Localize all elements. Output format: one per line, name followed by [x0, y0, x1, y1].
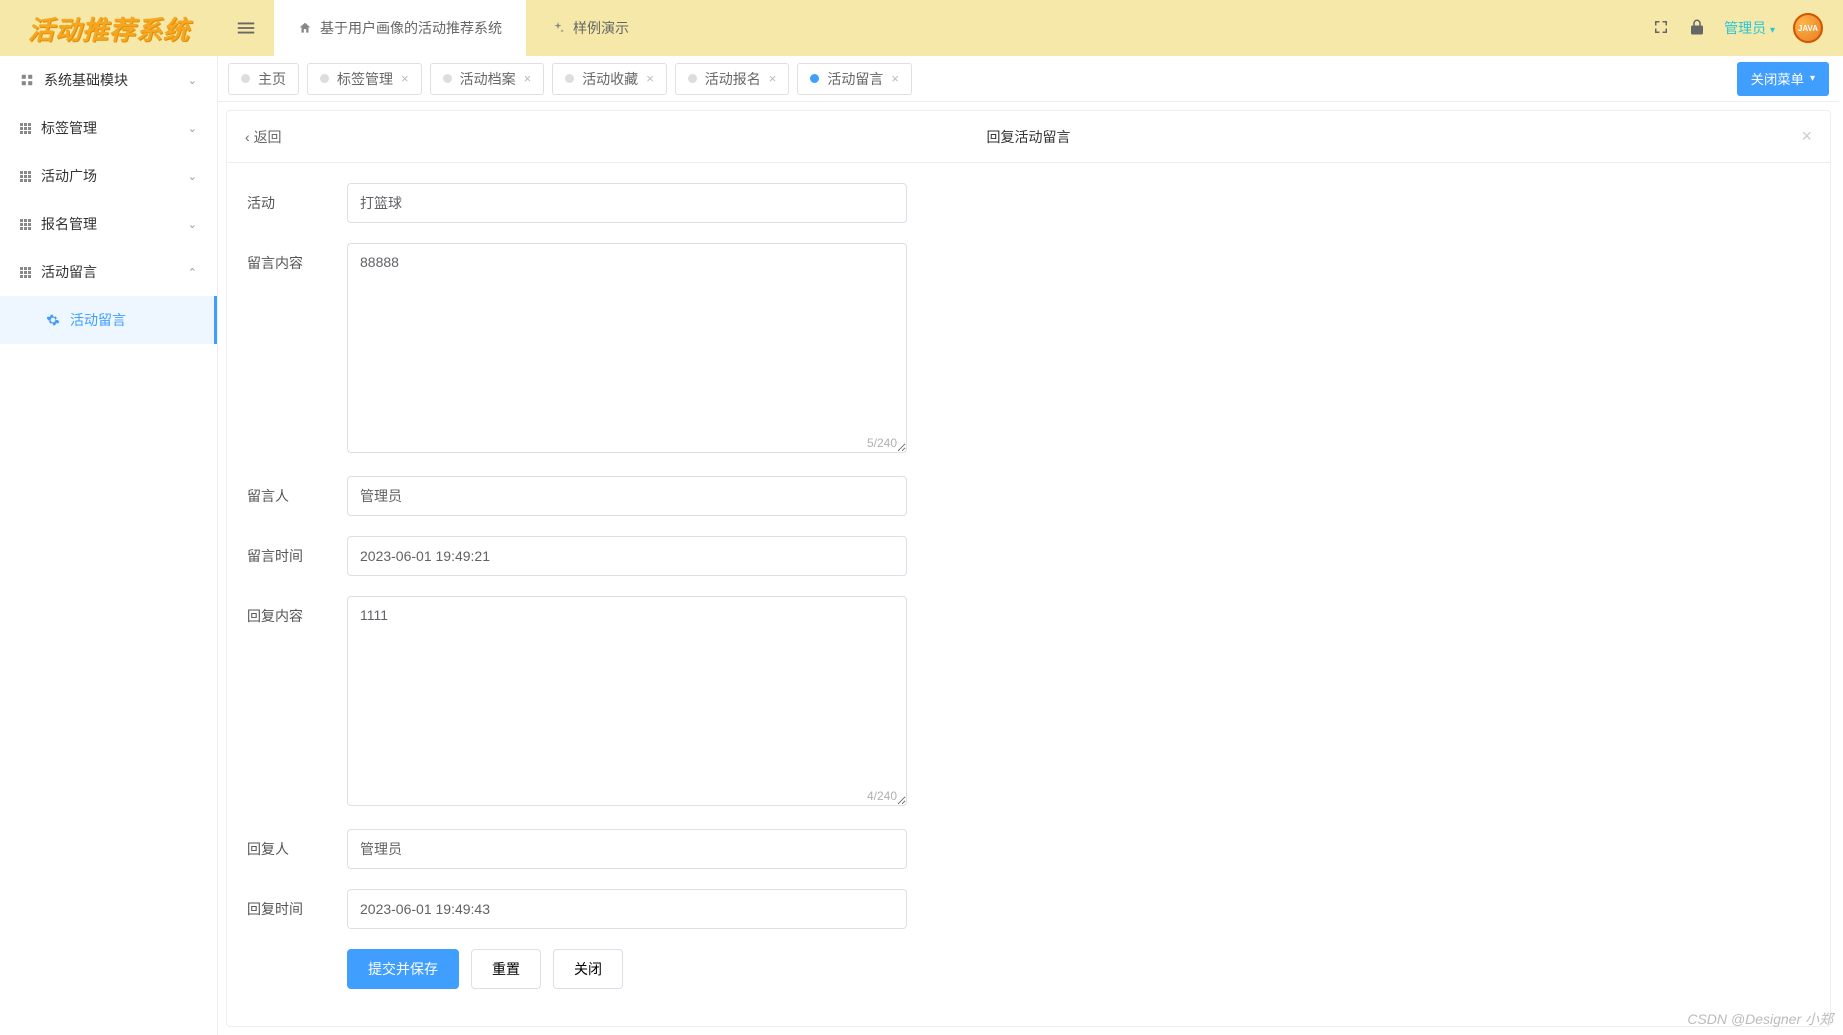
hamburger-icon	[235, 17, 257, 39]
close-page-button[interactable]: ×	[1801, 126, 1812, 147]
header: 活动推荐系统 基于用户画像的活动推荐系统 样例演示 管理员 ▾	[0, 0, 1843, 56]
sidebar: 系统基础模块 ⌄ 标签管理 ⌄ 活动广场 ⌄ 报名管理 ⌄ 活动留言 ⌃	[0, 56, 218, 1035]
reply-content-input[interactable]	[347, 596, 907, 806]
lock-button[interactable]	[1688, 18, 1706, 39]
activity-label: 活动	[247, 183, 347, 213]
message-content-label: 留言内容	[247, 243, 347, 273]
user-menu[interactable]: 管理员 ▾	[1724, 18, 1775, 38]
grid-icon	[20, 267, 31, 278]
top-nav-label: 样例演示	[573, 18, 629, 38]
chevron-down-icon: ⌄	[188, 218, 197, 231]
page-title: 回复活动留言	[987, 127, 1071, 147]
top-nav-label: 基于用户画像的活动推荐系统	[320, 18, 502, 38]
tab-dot-icon	[320, 74, 329, 83]
form: 活动 留言内容 5/240 留言人 留言时间	[226, 162, 1831, 1027]
page-header: ‹ 返回 回复活动留言 ×	[226, 110, 1831, 162]
reset-button[interactable]: 重置	[471, 949, 541, 989]
message-user-label: 留言人	[247, 476, 347, 506]
close-menu-label: 关闭菜单	[1751, 69, 1804, 88]
tab-label: 活动档案	[460, 69, 516, 89]
chevron-down-icon: ⌄	[188, 170, 197, 183]
logo: 活动推荐系统	[0, 10, 218, 47]
tab-label: 主页	[258, 69, 286, 89]
sidebar-item-label: 报名管理	[41, 214, 97, 234]
tab-dot-icon	[241, 74, 250, 83]
module-icon	[20, 73, 34, 87]
close-button[interactable]: 关闭	[553, 949, 623, 989]
tabs-bar: 主页 标签管理 × 活动档案 × 活动收藏 × 活动报名 × 活动留言 × 关闭菜单 ▾	[218, 56, 1839, 102]
reply-content-counter: 4/240	[867, 789, 897, 803]
logo-text: 活动推荐系统	[28, 10, 190, 47]
message-time-label: 留言时间	[247, 536, 347, 566]
sidebar-item-signup[interactable]: 报名管理 ⌄	[0, 200, 217, 248]
expand-icon	[1652, 18, 1670, 36]
chevron-down-icon: ⌄	[188, 74, 197, 87]
tab-label: 活动留言	[827, 69, 883, 89]
tab-archive[interactable]: 活动档案 ×	[430, 63, 545, 95]
avatar[interactable]: JAVA	[1793, 13, 1823, 43]
close-icon[interactable]: ×	[891, 71, 899, 86]
grid-icon	[20, 171, 31, 182]
tab-signup[interactable]: 活动报名 ×	[675, 63, 790, 95]
sidebar-subitem-messages[interactable]: 活动留言	[0, 296, 217, 344]
close-menu-button[interactable]: 关闭菜单 ▾	[1737, 62, 1829, 96]
sidebar-item-label: 活动广场	[41, 166, 97, 186]
message-content-counter: 5/240	[867, 436, 897, 450]
close-icon[interactable]: ×	[769, 71, 777, 86]
fullscreen-button[interactable]	[1652, 18, 1670, 39]
tab-favorite[interactable]: 活动收藏 ×	[552, 63, 667, 95]
sidebar-item-plaza[interactable]: 活动广场 ⌄	[0, 152, 217, 200]
grid-icon	[20, 219, 31, 230]
tab-label: 活动报名	[705, 69, 761, 89]
tab-label: 标签管理	[337, 69, 393, 89]
close-icon[interactable]: ×	[401, 71, 409, 86]
reply-time-label: 回复时间	[247, 889, 347, 919]
tab-dot-icon	[443, 74, 452, 83]
tab-home[interactable]: 主页	[228, 63, 299, 95]
back-button[interactable]: ‹ 返回	[245, 127, 282, 147]
main: 主页 标签管理× 活动档案× 活动收藏× 活动报名× 活动留言× 关闭菜单 ▾ …	[218, 56, 1843, 1035]
chevron-down-icon: ▾	[1810, 73, 1815, 84]
menu-toggle-button[interactable]	[218, 17, 274, 39]
close-icon[interactable]: ×	[524, 71, 532, 86]
reply-time-input[interactable]	[347, 889, 907, 929]
tab-dot-icon	[810, 74, 819, 83]
chevron-down-icon: ⌄	[188, 122, 197, 135]
submit-button[interactable]: 提交并保存	[347, 949, 459, 989]
sidebar-item-tags[interactable]: 标签管理 ⌄	[0, 104, 217, 152]
top-nav-demo[interactable]: 样例演示	[527, 0, 653, 56]
activity-input[interactable]	[347, 183, 907, 223]
close-icon[interactable]: ×	[646, 71, 654, 86]
chevron-up-icon: ⌃	[188, 266, 197, 279]
tab-dot-icon	[688, 74, 697, 83]
sidebar-item-label: 系统基础模块	[44, 70, 128, 90]
top-nav: 基于用户画像的活动推荐系统 样例演示	[274, 0, 653, 56]
sidebar-item-messages[interactable]: 活动留言 ⌃	[0, 248, 217, 296]
avatar-text: JAVA	[1798, 24, 1818, 33]
back-label: 返回	[254, 129, 282, 145]
sidebar-item-label: 活动留言	[41, 262, 97, 282]
tab-tags[interactable]: 标签管理 ×	[307, 63, 422, 95]
home-icon	[298, 21, 312, 35]
reply-user-input[interactable]	[347, 829, 907, 869]
gear-icon	[46, 313, 60, 327]
tab-label: 活动收藏	[582, 69, 638, 89]
message-user-input[interactable]	[347, 476, 907, 516]
tab-dot-icon	[565, 74, 574, 83]
top-nav-system[interactable]: 基于用户画像的活动推荐系统	[274, 0, 527, 56]
grid-icon	[20, 123, 31, 134]
chevron-down-icon: ▾	[1770, 25, 1775, 36]
sidebar-subitem-label: 活动留言	[70, 310, 126, 330]
lock-icon	[1688, 18, 1706, 36]
sparkle-icon	[551, 21, 565, 35]
tab-messages[interactable]: 活动留言 ×	[797, 63, 912, 95]
message-time-input[interactable]	[347, 536, 907, 576]
sidebar-item-system[interactable]: 系统基础模块 ⌄	[0, 56, 217, 104]
user-name-label: 管理员	[1724, 20, 1766, 36]
message-content-input[interactable]	[347, 243, 907, 453]
reply-user-label: 回复人	[247, 829, 347, 859]
header-right: 管理员 ▾ JAVA	[1652, 13, 1843, 43]
sidebar-item-label: 标签管理	[41, 118, 97, 138]
reply-content-label: 回复内容	[247, 596, 347, 626]
